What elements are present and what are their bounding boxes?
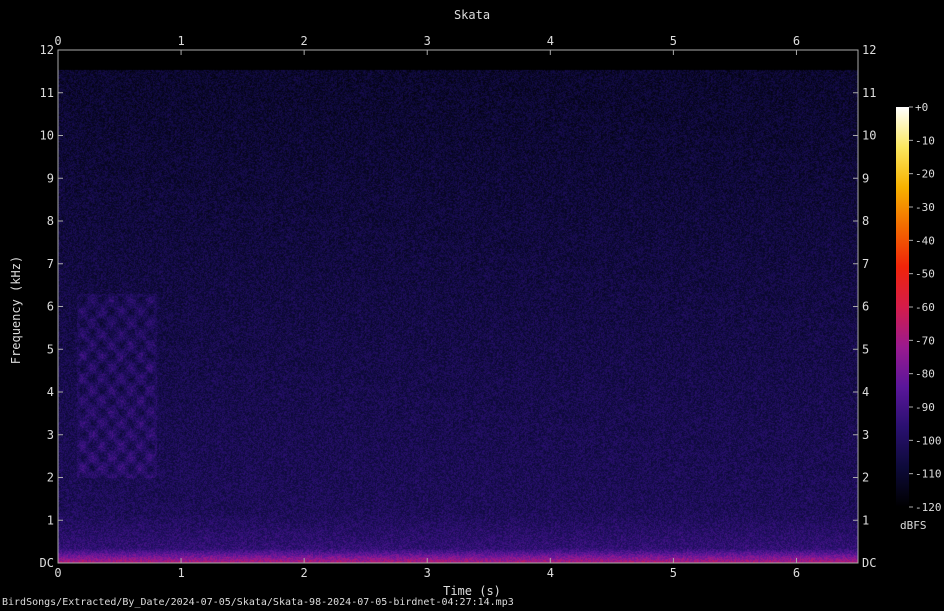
y-tick-label-left: 11 xyxy=(40,86,54,100)
x-tick-label-bottom: 6 xyxy=(793,566,800,580)
y-tick-label-right: 2 xyxy=(862,471,869,485)
colorbar-tick-label: -20 xyxy=(915,168,935,181)
y-tick-label-right: 8 xyxy=(862,214,869,228)
y-tick-label-left: 7 xyxy=(47,257,54,271)
chart-title: Skata xyxy=(453,8,491,22)
y-tick-label-left: 8 xyxy=(47,214,54,228)
y-tick-label-left: 3 xyxy=(47,428,54,442)
file-path-footer: BirdSongs/Extracted/By_Date/2024-07-05/S… xyxy=(2,597,514,608)
x-tick-label-top: 6 xyxy=(793,34,800,48)
spectrogram-plot-area xyxy=(58,50,858,563)
x-tick-label-bottom: 3 xyxy=(424,566,431,580)
colorbar-tick-label: -100 xyxy=(915,434,942,447)
y-tick-label-right: 1 xyxy=(862,513,869,527)
colorbar: +0 -10 -20 -30 -40 -50 -60 -70 -80 -90 -100 -110 -12… xyxy=(896,101,942,514)
y-tick-label-left: 6 xyxy=(47,300,54,314)
x-tick-label-bottom: 0 xyxy=(54,566,61,580)
x-tick-label-bottom: 2 xyxy=(301,566,308,580)
y-tick-label-left: 5 xyxy=(47,342,54,356)
colorbar-tick-label: -30 xyxy=(915,201,935,214)
colorbar-tick-label: -50 xyxy=(915,268,935,281)
y-tick-label-right: 7 xyxy=(862,257,869,271)
y-tick-label-left: 10 xyxy=(40,129,54,143)
y-tick-label-left: 2 xyxy=(47,471,54,485)
y-tick-label-right: 12 xyxy=(862,43,876,57)
x-tick-label-bottom: 4 xyxy=(547,566,554,580)
colorbar-tick-label: -10 xyxy=(915,134,935,147)
colorbar-tick-label: +0 xyxy=(915,101,928,114)
colorbar-tick-label: -90 xyxy=(915,401,935,414)
x-tick-label-top: 0 xyxy=(54,34,61,48)
y-tick-label-right: 9 xyxy=(862,171,869,185)
x-tick-label-top: 1 xyxy=(177,34,184,48)
colorbar-unit-label: dBFS xyxy=(900,519,927,532)
y-tick-label-right: 6 xyxy=(862,300,869,314)
y-tick-label-left: DC xyxy=(40,556,54,570)
colorbar-tick-label: -40 xyxy=(915,234,935,247)
x-tick-label-bottom: 1 xyxy=(177,566,184,580)
y-tick-label-right: 3 xyxy=(862,428,869,442)
spectrogram-image xyxy=(58,50,858,563)
x-tick-label-top: 4 xyxy=(547,34,554,48)
colorbar-tick-label: -60 xyxy=(915,301,935,314)
colorbar-tick-label: -120 xyxy=(915,501,942,514)
y-axis-label: Frequency (kHz) xyxy=(9,255,23,365)
y-tick-label-right: 5 xyxy=(862,342,869,356)
x-tick-label-top: 5 xyxy=(670,34,677,48)
y-tick-label-right: 10 xyxy=(862,129,876,143)
y-tick-label-right: 4 xyxy=(862,385,869,399)
spectrogram-figure: 00112233445566DC DC1 12 23 34 45 56 67 78 89 910 10… xyxy=(40,34,942,580)
x-tick-label-top: 2 xyxy=(301,34,308,48)
colorbar-tick-label: -80 xyxy=(915,368,935,381)
y-tick-label-right: 11 xyxy=(862,86,876,100)
colorbar-tick-label: -70 xyxy=(915,334,935,347)
x-tick-label-bottom: 5 xyxy=(670,566,677,580)
colorbar-gradient xyxy=(896,107,909,507)
colorbar-tick-label: -110 xyxy=(915,468,942,481)
y-tick-label-left: 12 xyxy=(40,43,54,57)
y-tick-label-right: DC xyxy=(862,556,876,570)
y-tick-label-left: 9 xyxy=(47,171,54,185)
x-axis-label: Time (s) xyxy=(443,584,501,598)
x-tick-label-top: 3 xyxy=(424,34,431,48)
y-tick-label-left: 1 xyxy=(47,513,54,527)
y-tick-label-left: 4 xyxy=(47,385,54,399)
